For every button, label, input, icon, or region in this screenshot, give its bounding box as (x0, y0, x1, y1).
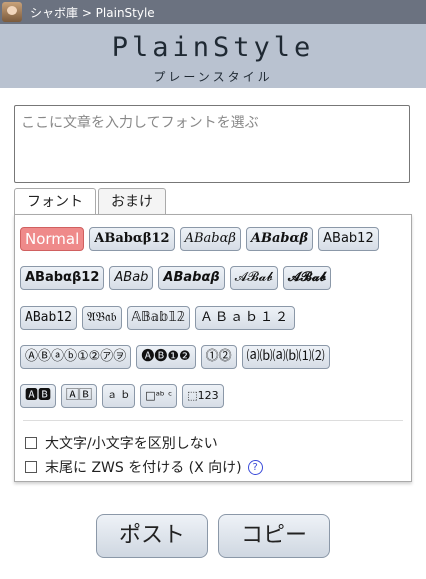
style-sans-bold-italic-button[interactable]: ABabαβ (158, 266, 225, 290)
copy-button[interactable]: コピー (218, 514, 330, 558)
style-double-struck-button[interactable]: 𝔸𝔹𝕒𝕓𝟙𝟚 (126, 306, 191, 330)
append-zws-label: 末尾に ZWS を付ける (X 向け) (45, 460, 242, 476)
style-squared-button[interactable]: 🄰🄱 (61, 384, 98, 408)
help-icon[interactable]: ? (247, 459, 263, 475)
style-row: 🅰🅱 🄰🄱 ａ ｂ □ᵃᵇ ᶜ ⬚123 (20, 384, 229, 408)
style-sans-italic-button[interactable]: ABab (109, 266, 154, 290)
style-fraktur-button[interactable]: 𝔄𝔅𝔞𝔟 (81, 306, 122, 330)
style-negative-squared-button[interactable]: 🅰🅱 (20, 384, 57, 408)
style-row: ⒶⒷⓐⓑ①②㋐㋾ 🅐🅑❶❷ ⓵⓶ ⒜⒝⒜⒝⑴⑵ (20, 345, 335, 369)
browser-titlebar: シャボ庫 > PlainStyle (0, 0, 426, 24)
style-row: ABabαβ12 ABab ABabαβ 𝓐𝓑𝓪𝓫 𝓐𝓑𝓪𝓫 (20, 266, 336, 290)
style-serif-italic-button[interactable]: ABabαβ (179, 227, 241, 251)
text-input[interactable]: ここに文章を入力してフォントを選ぶ (14, 105, 410, 183)
style-monospace-button[interactable]: ABab12 (20, 306, 77, 330)
style-sans-button[interactable]: ABab12 (318, 227, 379, 251)
style-small-squared-button[interactable]: ａ ｂ (102, 384, 136, 408)
style-row: ABab12 𝔄𝔅𝔞𝔟 𝔸𝔹𝕒𝕓𝟙𝟚 ＡＢａｂ１２ (20, 306, 300, 330)
style-subscript-button[interactable]: ⬚123 (182, 384, 224, 408)
append-zws-checkbox[interactable] (25, 461, 37, 473)
tab-fonts[interactable]: フォント (14, 188, 96, 216)
style-double-circled-button[interactable]: ⓵⓶ (200, 345, 237, 369)
style-serif-bold-italic-button[interactable]: ABabαβ (245, 227, 314, 251)
text-input-placeholder: ここに文章を入力してフォントを選ぶ (21, 115, 259, 131)
style-parenthesized-button[interactable]: ⒜⒝⒜⒝⑴⑵ (241, 345, 330, 369)
tab-bar: フォント おまけ (14, 188, 168, 216)
style-superscript-button[interactable]: □ᵃᵇ ᶜ (140, 384, 178, 408)
tab-extras[interactable]: おまけ (98, 188, 166, 215)
style-row: Normal ABabαβ12 ABabαβ ABabαβ ABab12 (20, 227, 384, 251)
style-script-bold-button[interactable]: 𝓐𝓑𝓪𝓫 (282, 266, 332, 290)
font-panel: Normal ABabαβ12 ABabαβ ABabαβ ABab12 ABa… (14, 214, 412, 482)
style-script-button[interactable]: 𝓐𝓑𝓪𝓫 (229, 266, 278, 290)
ignore-case-label: 大文字/小文字を区別しない (45, 436, 218, 452)
site-logo-subtitle: プレーンスタイル (153, 70, 273, 84)
post-button[interactable]: ポスト (96, 514, 208, 558)
style-normal-button[interactable]: Normal (20, 227, 85, 251)
site-header: PlainStyle プレーンスタイル (0, 24, 426, 88)
style-fullwidth-button[interactable]: ＡＢａｂ１２ (195, 306, 296, 330)
append-zws-option[interactable]: 末尾に ZWS を付ける (X 向け) ? (25, 457, 263, 477)
style-sans-bold-button[interactable]: ABabαβ12 (20, 266, 105, 290)
style-circled-button[interactable]: ⒶⒷⓐⓑ①②㋐㋾ (20, 345, 132, 369)
style-negative-circled-button[interactable]: 🅐🅑❶❷ (136, 345, 196, 369)
ignore-case-checkbox[interactable] (25, 437, 37, 449)
ignore-case-option[interactable]: 大文字/小文字を区別しない (25, 433, 218, 453)
site-logo[interactable]: PlainStyle (0, 32, 426, 63)
avatar-icon (2, 2, 22, 22)
style-serif-bold-button[interactable]: ABabαβ12 (89, 227, 175, 251)
breadcrumb: シャボ庫 > PlainStyle (30, 5, 155, 20)
options-divider (23, 420, 403, 421)
